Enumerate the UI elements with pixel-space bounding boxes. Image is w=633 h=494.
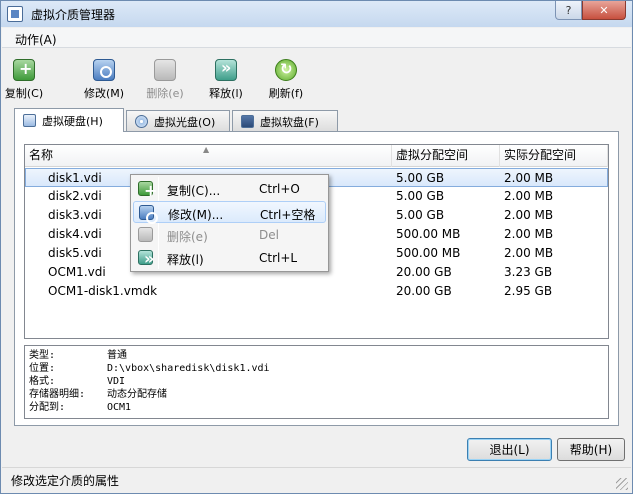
media-manager-window: 虚拟介质管理器 ? ✕ 动作(A) 复制(C) 修改(M) 删除(e) 释放(l… [0, 0, 633, 494]
release-disk-icon [215, 58, 237, 81]
delete-disk-icon [138, 227, 153, 242]
toolbar: 复制(C) 修改(M) 删除(e) 释放(l) 刷新(f) [2, 49, 631, 103]
close-button[interactable]: ✕ [582, 1, 626, 20]
refresh-button-label: 刷新(f) [268, 87, 304, 100]
modify-button-label: 修改(M) [83, 87, 125, 100]
cell-actual-size: 2.00 MB [504, 227, 554, 241]
modify-button[interactable]: 修改(M) [78, 59, 130, 101]
tab-optical-discs[interactable]: 虚拟光盘(O) [126, 110, 230, 132]
detail-type-label: 类型: [29, 350, 56, 361]
context-menu-release-shortcut: Ctrl+L [259, 251, 298, 265]
context-menu-modify-shortcut: Ctrl+空格 [260, 208, 316, 222]
media-details-panel: 类型: 普通 位置: D:\vbox\sharedisk\disk1.vdi 格… [24, 345, 609, 419]
table-row[interactable]: OCM1-disk1.vmdk 20.00 GB 2.95 GB [25, 282, 608, 301]
hard-disk-icon [23, 114, 36, 127]
context-menu-release-label: 释放(l) [167, 253, 204, 267]
status-bar: 修改选定介质的属性 [2, 467, 631, 493]
optical-disc-icon [135, 115, 148, 128]
floppy-disk-icon [241, 115, 254, 128]
context-menu-copy[interactable]: 复制(C)... Ctrl+O [133, 178, 326, 200]
cell-name: disk5.vdi [48, 246, 102, 260]
app-icon [7, 6, 23, 22]
detail-attached-value: OCM1 [107, 402, 132, 413]
help-dialog-button[interactable]: 帮助(H) [557, 438, 625, 461]
tab-floppy-disks-label: 虚拟软盘(F) [260, 115, 319, 129]
delete-button-label: 删除(e) [146, 87, 184, 100]
detail-storage-label: 存储器明细: [29, 389, 86, 400]
modify-disk-icon [93, 59, 115, 81]
cell-actual-size: 3.23 GB [504, 265, 553, 279]
copy-button-label: 复制(C) [4, 87, 44, 100]
cell-virtual-size: 5.00 GB [396, 208, 445, 222]
tab-optical-discs-label: 虚拟光盘(O) [154, 115, 216, 129]
cell-actual-size: 2.95 GB [504, 284, 553, 298]
release-button[interactable]: 释放(l) [200, 58, 252, 101]
cell-virtual-size: 20.00 GB [396, 284, 452, 298]
cell-actual-size: 2.00 MB [504, 246, 554, 260]
window-controls: ? ✕ [555, 1, 626, 20]
context-menu-modify[interactable]: 修改(M)... Ctrl+空格 [133, 201, 326, 224]
cell-actual-size: 2.00 MB [504, 208, 554, 222]
cell-name: disk1.vdi [48, 171, 102, 185]
context-menu-copy-label: 复制(C)... [167, 184, 221, 198]
window-title: 虚拟介质管理器 [31, 7, 116, 22]
copy-disk-icon [138, 181, 157, 200]
context-menu: 复制(C)... Ctrl+O 修改(M)... Ctrl+空格 删除(e) D… [130, 174, 329, 272]
cell-virtual-size: 20.00 GB [396, 265, 452, 279]
cell-actual-size: 2.00 MB [504, 189, 554, 203]
context-menu-delete-shortcut: Del [259, 228, 279, 242]
detail-format-label: 格式: [29, 376, 56, 387]
table-header: 名称 ▲ 虚拟分配空间 实际分配空间 [25, 145, 608, 167]
menu-bar: 动作(A) [2, 28, 631, 48]
exit-button[interactable]: 退出(L) [467, 438, 552, 461]
copy-disk-icon [13, 59, 35, 81]
detail-storage-value: 动态分配存储 [107, 389, 167, 400]
sort-ascending-icon: ▲ [203, 145, 210, 154]
context-menu-modify-label: 修改(M)... [168, 208, 224, 222]
detail-location-value: D:\vbox\sharedisk\disk1.vdi [107, 363, 270, 374]
menu-actions[interactable]: 动作(A) [15, 31, 57, 48]
resize-grip-icon[interactable] [616, 478, 628, 490]
detail-location-label: 位置: [29, 363, 56, 374]
context-menu-delete[interactable]: 删除(e) Del [133, 224, 326, 246]
context-menu-release[interactable]: 释放(l) Ctrl+L [133, 247, 326, 269]
media-tabs: 虚拟硬盘(H) 虚拟光盘(O) 虚拟软盘(F) [14, 108, 340, 132]
cell-virtual-size: 5.00 GB [396, 171, 445, 185]
cell-name: disk3.vdi [48, 208, 102, 222]
detail-format-value: VDI [107, 376, 126, 387]
cell-name: OCM1.vdi [48, 265, 106, 279]
tab-hard-disks[interactable]: 虚拟硬盘(H) [14, 108, 124, 132]
column-header-virtual-size[interactable]: 虚拟分配空间 [392, 145, 500, 167]
release-disk-icon [138, 249, 154, 268]
delete-disk-icon [154, 59, 176, 81]
column-header-actual-size[interactable]: 实际分配空间 [500, 145, 608, 167]
cell-name: disk4.vdi [48, 227, 102, 241]
copy-button[interactable]: 复制(C) [0, 59, 50, 101]
tab-hard-disks-label: 虚拟硬盘(H) [42, 114, 103, 128]
help-button[interactable]: ? [555, 1, 582, 20]
cell-name: disk2.vdi [48, 189, 102, 203]
cell-virtual-size: 500.00 MB [396, 246, 461, 260]
release-button-label: 释放(l) [209, 87, 243, 100]
detail-type-value: 普通 [107, 350, 127, 361]
modify-disk-icon [139, 205, 158, 224]
cell-actual-size: 2.00 MB [504, 171, 554, 185]
cell-virtual-size: 5.00 GB [396, 189, 445, 203]
title-bar[interactable]: 虚拟介质管理器 ? ✕ [1, 1, 632, 27]
refresh-icon [275, 59, 297, 81]
context-menu-delete-label: 删除(e) [167, 230, 208, 244]
cell-virtual-size: 500.00 MB [396, 227, 461, 241]
context-menu-copy-shortcut: Ctrl+O [259, 182, 300, 196]
tab-floppy-disks[interactable]: 虚拟软盘(F) [232, 110, 338, 132]
detail-attached-label: 分配到: [29, 402, 66, 413]
refresh-button[interactable]: 刷新(f) [260, 59, 312, 101]
cell-name: OCM1-disk1.vmdk [48, 284, 158, 298]
delete-button[interactable]: 删除(e) [139, 59, 191, 101]
status-text: 修改选定介质的属性 [11, 474, 120, 488]
